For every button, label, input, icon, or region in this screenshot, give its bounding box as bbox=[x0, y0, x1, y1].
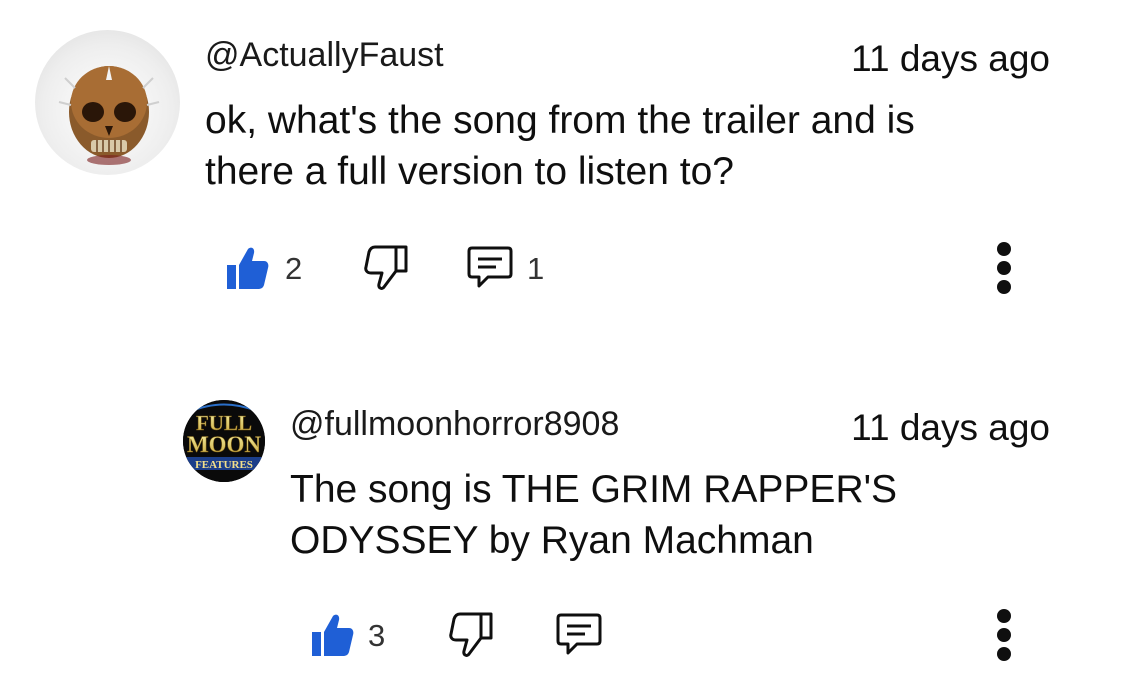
logo-line-moon: MOON bbox=[187, 432, 261, 457]
thumbs-up-icon bbox=[312, 614, 354, 656]
more-dot-icon bbox=[997, 628, 1011, 642]
comment-thread-top: @ActuallyFaust 11 days ago ok, what's th… bbox=[0, 0, 1125, 330]
dislike-button[interactable] bbox=[448, 610, 494, 660]
like-button[interactable] bbox=[225, 243, 269, 293]
more-dot-icon bbox=[997, 609, 1011, 623]
more-dot-icon bbox=[997, 242, 1011, 256]
comment-actions: 2 1 bbox=[225, 243, 1105, 293]
comment-text: ok, what's the song from the trailer and… bbox=[205, 99, 915, 193]
more-options-button[interactable] bbox=[994, 238, 1014, 298]
logo-line-features: FEATURES bbox=[195, 459, 253, 471]
thumbs-down-icon bbox=[364, 245, 408, 290]
comment-timestamp: 11 days ago bbox=[851, 38, 1050, 79]
comment-reply-icon bbox=[556, 613, 602, 655]
like-count: 3 bbox=[368, 618, 386, 653]
more-options-button[interactable] bbox=[994, 605, 1014, 665]
avatar-fullmoonhorror[interactable]: FULL MOON FEATURES bbox=[183, 400, 265, 482]
more-dot-icon bbox=[997, 261, 1011, 275]
like-count: 2 bbox=[285, 251, 303, 286]
more-dot-icon bbox=[997, 647, 1011, 661]
comment-author[interactable]: @ActuallyFaust bbox=[205, 36, 444, 75]
thumbs-up-icon bbox=[227, 247, 269, 289]
comment-timestamp: 11 days ago bbox=[851, 407, 1050, 448]
like-button[interactable] bbox=[310, 610, 354, 660]
comment-author[interactable]: @fullmoonhorror8908 bbox=[290, 405, 619, 444]
skull-avatar-icon bbox=[58, 66, 160, 165]
thumbs-down-icon bbox=[449, 612, 493, 657]
comment-actions: 3 bbox=[310, 610, 1100, 660]
reply-button[interactable] bbox=[467, 243, 513, 293]
more-dot-icon bbox=[997, 280, 1011, 294]
comment-reply-icon bbox=[467, 246, 513, 288]
reply-count: 1 bbox=[527, 251, 545, 286]
reply-button[interactable] bbox=[556, 610, 602, 660]
dislike-button[interactable] bbox=[363, 243, 409, 293]
comment-reply: FULL MOON FEATURES @fullmoonhorror8908 1… bbox=[0, 380, 1125, 694]
avatar-actuallyfaust[interactable] bbox=[35, 30, 180, 175]
comment-text: The song is THE GRIM RAPPER'S ODYSSEY by… bbox=[290, 468, 898, 562]
full-moon-features-logo-icon: FULL MOON FEATURES bbox=[183, 400, 265, 482]
